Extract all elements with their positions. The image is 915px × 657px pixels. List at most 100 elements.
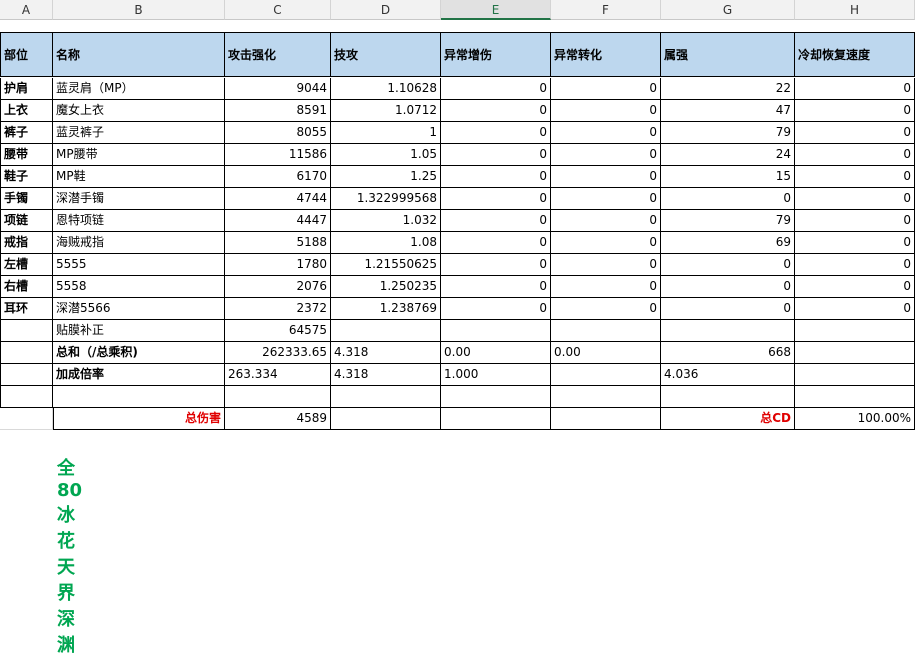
rate-cooldown[interactable]: [795, 364, 915, 386]
cell-skill[interactable]: 1.322999568: [331, 188, 441, 210]
column-header-b[interactable]: B: [53, 0, 225, 20]
cell-cooldown[interactable]: 0: [795, 100, 915, 122]
empty-cell[interactable]: [795, 386, 915, 408]
cell-cooldown[interactable]: 0: [795, 188, 915, 210]
cell-element[interactable]: 15: [661, 166, 795, 188]
cell-cooldown[interactable]: 0: [795, 232, 915, 254]
cell-part[interactable]: 裤子: [0, 122, 53, 144]
cell-attack[interactable]: 6170: [225, 166, 331, 188]
sum-attack[interactable]: 262333.65: [225, 342, 331, 364]
cell-part[interactable]: 腰带: [0, 144, 53, 166]
cell-abnormal-damage[interactable]: 0: [441, 210, 551, 232]
cell-element[interactable]: 24: [661, 144, 795, 166]
cell-part[interactable]: 右槽: [0, 276, 53, 298]
cell-attack[interactable]: 2076: [225, 276, 331, 298]
cell-cooldown[interactable]: 0: [795, 122, 915, 144]
cell-abnormal-convert[interactable]: 0: [551, 78, 661, 100]
cell-abnormal-convert[interactable]: 0: [551, 254, 661, 276]
cell-name[interactable]: MP鞋: [53, 166, 225, 188]
cell-cooldown[interactable]: 0: [795, 166, 915, 188]
rate-element[interactable]: 4.036: [661, 364, 795, 386]
correction-value[interactable]: 64575: [225, 320, 331, 342]
cell-abnormal-convert[interactable]: 0: [551, 276, 661, 298]
cell-part[interactable]: 手镯: [0, 188, 53, 210]
header-cell-abnormal-convert[interactable]: 异常转化: [551, 32, 661, 77]
total-damage-label[interactable]: 总伤害: [53, 408, 225, 430]
cell-abnormal-convert[interactable]: 0: [551, 100, 661, 122]
cell-skill[interactable]: 1.08: [331, 232, 441, 254]
cell-abnormal-damage[interactable]: 0: [441, 232, 551, 254]
rate-abnormal-convert[interactable]: [551, 364, 661, 386]
correction-e[interactable]: [441, 320, 551, 342]
cell-abnormal-damage[interactable]: 0: [441, 78, 551, 100]
column-header-a[interactable]: A: [0, 0, 53, 20]
sum-label[interactable]: 总和（/总乘积): [53, 342, 225, 364]
empty-cell[interactable]: [0, 408, 53, 430]
rate-label[interactable]: 加成倍率: [53, 364, 225, 386]
cell-cooldown[interactable]: 0: [795, 298, 915, 320]
total-cd-value[interactable]: 100.00%: [795, 408, 915, 430]
header-cell-skill[interactable]: 技攻: [331, 32, 441, 77]
cell-name[interactable]: 海贼戒指: [53, 232, 225, 254]
column-header-f[interactable]: F: [551, 0, 661, 20]
cell-part[interactable]: 鞋子: [0, 166, 53, 188]
cell-attack[interactable]: 2372: [225, 298, 331, 320]
sheet-title[interactable]: 全80冰花天界深渊: [57, 454, 82, 657]
correction-h[interactable]: [795, 320, 915, 342]
cell-cooldown[interactable]: 0: [795, 144, 915, 166]
sum-part-cell[interactable]: [0, 342, 53, 364]
cell-element[interactable]: 79: [661, 210, 795, 232]
cell-skill[interactable]: 1.250235: [331, 276, 441, 298]
rate-part-cell[interactable]: [0, 364, 53, 386]
header-cell-attack[interactable]: 攻击强化: [225, 32, 331, 77]
cell-cooldown[interactable]: 0: [795, 254, 915, 276]
empty-cell[interactable]: [53, 386, 225, 408]
cell-name[interactable]: 5558: [53, 276, 225, 298]
cell-element[interactable]: 22: [661, 78, 795, 100]
cell-name[interactable]: 深潜5566: [53, 298, 225, 320]
cell-name[interactable]: 蓝灵裤子: [53, 122, 225, 144]
cell-skill[interactable]: 1.10628: [331, 78, 441, 100]
empty-cell[interactable]: [441, 408, 551, 430]
empty-cell[interactable]: [331, 386, 441, 408]
column-header-d[interactable]: D: [331, 0, 441, 20]
empty-cell[interactable]: [551, 386, 661, 408]
cell-abnormal-damage[interactable]: 0: [441, 254, 551, 276]
cell-skill[interactable]: 1.05: [331, 144, 441, 166]
sum-skill[interactable]: 4.318: [331, 342, 441, 364]
empty-cell[interactable]: [441, 386, 551, 408]
cell-part[interactable]: 戒指: [0, 232, 53, 254]
cell-abnormal-damage[interactable]: 0: [441, 122, 551, 144]
cell-skill[interactable]: 1: [331, 122, 441, 144]
header-cell-abnormal-damage[interactable]: 异常增伤: [441, 32, 551, 77]
empty-cell[interactable]: [225, 386, 331, 408]
empty-cell[interactable]: [0, 386, 53, 408]
sum-cooldown[interactable]: [795, 342, 915, 364]
total-cd-label[interactable]: 总CD: [661, 408, 795, 430]
rate-skill[interactable]: 4.318: [331, 364, 441, 386]
empty-cell[interactable]: [551, 408, 661, 430]
cell-attack[interactable]: 4744: [225, 188, 331, 210]
cell-abnormal-convert[interactable]: 0: [551, 144, 661, 166]
cell-element[interactable]: 47: [661, 100, 795, 122]
cell-element[interactable]: 0: [661, 276, 795, 298]
cell-abnormal-damage[interactable]: 0: [441, 188, 551, 210]
column-header-g[interactable]: G: [661, 0, 795, 20]
rate-abnormal-damage[interactable]: 1.000: [441, 364, 551, 386]
cell-attack[interactable]: 1780: [225, 254, 331, 276]
cell-abnormal-damage[interactable]: 0: [441, 100, 551, 122]
header-cell-cooldown[interactable]: 冷却恢复速度: [795, 32, 915, 77]
cell-element[interactable]: 69: [661, 232, 795, 254]
cell-skill[interactable]: 1.032: [331, 210, 441, 232]
correction-f[interactable]: [551, 320, 661, 342]
rate-attack[interactable]: 263.334: [225, 364, 331, 386]
sum-abnormal-convert[interactable]: 0.00: [551, 342, 661, 364]
header-cell-name[interactable]: 名称: [53, 32, 225, 77]
cell-abnormal-damage[interactable]: 0: [441, 276, 551, 298]
correction-d[interactable]: [331, 320, 441, 342]
cell-element[interactable]: 79: [661, 122, 795, 144]
cell-abnormal-convert[interactable]: 0: [551, 122, 661, 144]
sum-abnormal-damage[interactable]: 0.00: [441, 342, 551, 364]
cell-skill[interactable]: 1.21550625: [331, 254, 441, 276]
cell-abnormal-convert[interactable]: 0: [551, 188, 661, 210]
